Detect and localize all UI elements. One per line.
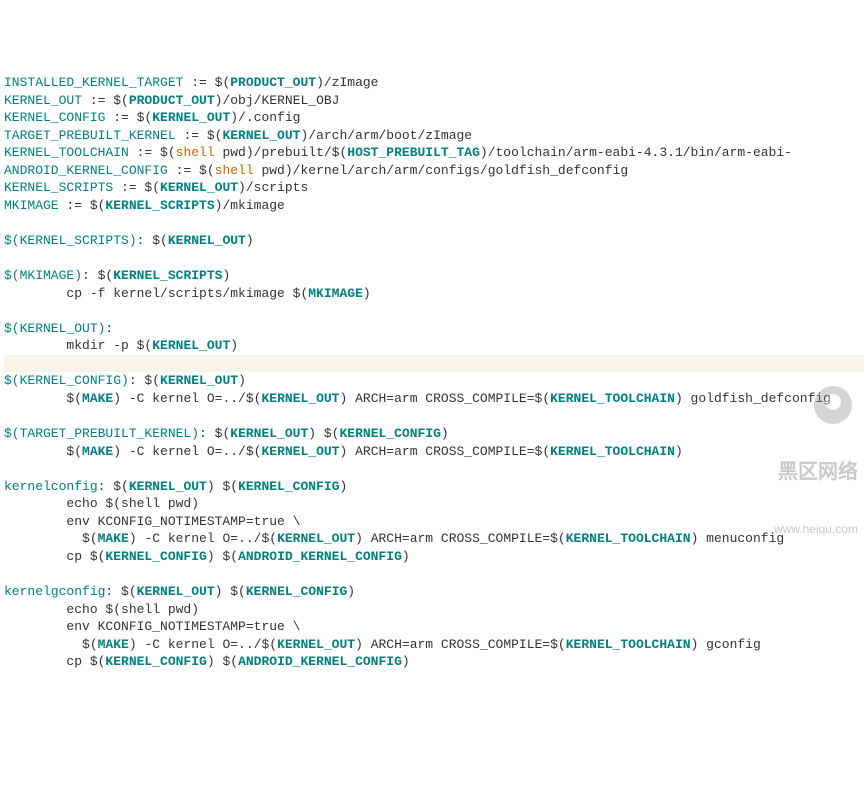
makefile-code: INSTALLED_KERNEL_TARGET := $(PRODUCT_OUT… [4, 74, 864, 671]
